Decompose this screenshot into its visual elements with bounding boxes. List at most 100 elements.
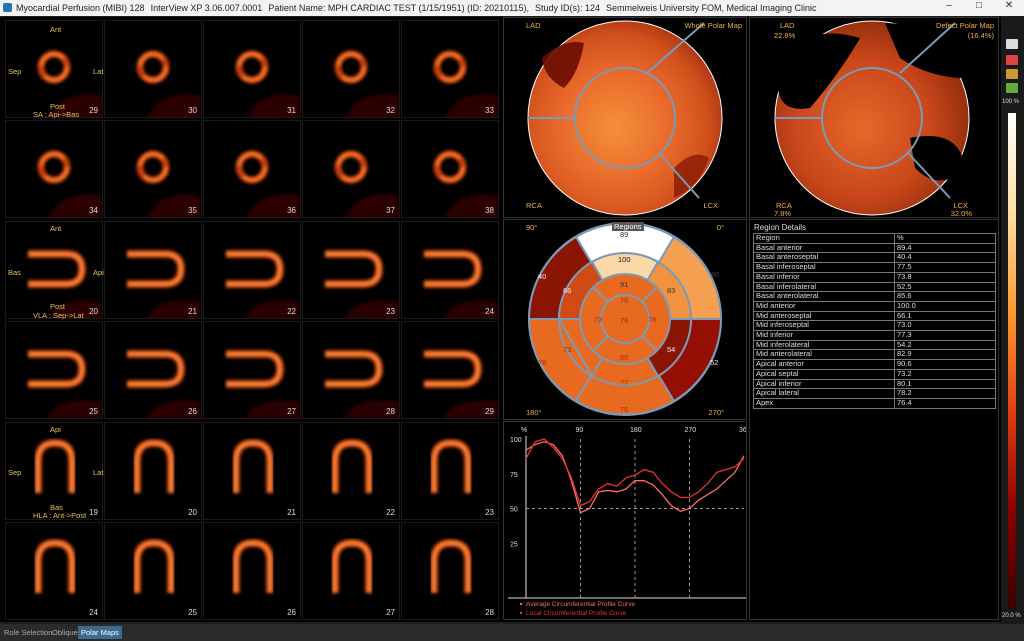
table-row[interactable]: Apical lateral 78.2 bbox=[753, 388, 996, 399]
table-row[interactable]: Apical anterior 90.6 bbox=[753, 359, 996, 370]
tool-button-2[interactable] bbox=[1006, 55, 1018, 65]
vla-slice-cell[interactable]: 29 bbox=[401, 321, 499, 419]
close-button[interactable]: ✕ bbox=[994, 0, 1024, 16]
table-row[interactable]: Mid anterior 100.0 bbox=[753, 300, 996, 312]
whole-lad-label: LAD bbox=[526, 21, 541, 30]
hla-slice-image bbox=[133, 538, 175, 593]
sa-slice-image bbox=[136, 150, 201, 217]
sa-slice-cell[interactable]: 33 bbox=[401, 20, 499, 118]
slice-number: 24 bbox=[485, 307, 494, 316]
sa-slice-image bbox=[433, 150, 498, 217]
slice-number: 31 bbox=[287, 106, 296, 115]
table-row[interactable]: Apex 76.4 bbox=[753, 397, 996, 409]
slice-number: 20 bbox=[89, 307, 98, 316]
tool-button-4[interactable] bbox=[1006, 83, 1018, 93]
slice-grid: 29 30 31 32 33 34 35 36 37 38 20 21 22 23 24 25 26 27 28 29… bbox=[5, 20, 500, 620]
sa-slice-cell[interactable]: 38 bbox=[401, 120, 499, 218]
region-percent-cell: 85.6 bbox=[894, 291, 996, 302]
table-row[interactable]: Basal anterolateral 85.6 bbox=[753, 291, 996, 302]
maximize-button[interactable]: □ bbox=[964, 0, 994, 16]
hla-slice-image bbox=[430, 538, 472, 593]
table-row[interactable]: Apical septal 73.2 bbox=[753, 368, 996, 380]
vla-slice-cell[interactable]: 26 bbox=[104, 321, 202, 419]
whole-polar-map-panel[interactable]: Whole Polar Map LAD RCA LCX bbox=[503, 17, 747, 218]
vla-slice-cell[interactable]: 27 bbox=[203, 321, 301, 419]
whole-rca-label: RCA bbox=[526, 201, 542, 210]
tab-oblique[interactable]: Oblique bbox=[49, 626, 81, 639]
sa-slice-cell[interactable]: 31 bbox=[203, 20, 301, 118]
slice-number: 21 bbox=[188, 307, 197, 316]
colorbar-bottom-label: 20.0 % bbox=[1002, 613, 1021, 619]
defect-polar-map-panel[interactable]: Defect Polar Map (16.4%) LAD 22.8% RCA 7… bbox=[749, 17, 999, 218]
defect-rca-pct: 7.8% bbox=[774, 209, 792, 218]
hla-slice-cell[interactable]: 21 bbox=[203, 422, 301, 520]
hla-lat-label: Lat bbox=[93, 468, 104, 477]
tool-button-3[interactable] bbox=[1006, 69, 1018, 79]
colorbar[interactable] bbox=[1008, 113, 1016, 609]
y-tick-label: 100 bbox=[510, 437, 522, 444]
app-title: Myocardial Perfusion (MIBI) 128 bbox=[16, 3, 145, 13]
defect-lcx-pct: 32.0% bbox=[950, 209, 972, 218]
viewer-area: 29 30 31 32 33 34 35 36 37 38 20 21 22 23 24 25 26 27 28 29… bbox=[0, 17, 1001, 622]
val-outer-bottom-right: 52 bbox=[710, 358, 719, 367]
sa-slice-cell[interactable]: 30 bbox=[104, 20, 202, 118]
hla-slice-cell[interactable]: 25 bbox=[104, 522, 202, 620]
slice-number: 33 bbox=[485, 106, 494, 115]
val-outer-top-inner: 100 bbox=[618, 255, 631, 264]
tab-role-selection[interactable]: Role Selection bbox=[1, 626, 55, 639]
hla-slice-cell[interactable]: 22 bbox=[302, 422, 400, 520]
legend-entry-1: Average Circumferential Profile Curve bbox=[526, 601, 635, 608]
table-row[interactable]: Basal inferior 73.8 bbox=[753, 271, 996, 283]
sa-slice-image bbox=[136, 50, 201, 117]
hla-slice-cell[interactable]: 26 bbox=[203, 522, 301, 620]
vla-slice-cell[interactable]: 21 bbox=[104, 221, 202, 319]
vla-slice-cell[interactable]: 25 bbox=[5, 321, 103, 419]
vla-slice-cell[interactable]: 24 bbox=[401, 221, 499, 319]
legend-marker-2 bbox=[519, 611, 523, 615]
slice-number: 35 bbox=[188, 206, 197, 215]
minimize-button[interactable]: – bbox=[934, 0, 964, 16]
table-row[interactable]: Basal inferoseptal 77.5 bbox=[753, 262, 996, 273]
hla-api-label: Api bbox=[50, 425, 61, 434]
hla-axis-label: HLA : Ant->Post bbox=[33, 511, 87, 520]
slice-number: 30 bbox=[188, 106, 197, 115]
region-percent-cell: 78.2 bbox=[894, 388, 996, 399]
val-mid-bl: 73 bbox=[563, 345, 572, 354]
hla-slice-cell[interactable]: 24 bbox=[5, 522, 103, 620]
hla-slice-cell[interactable]: 20 bbox=[104, 422, 202, 520]
region-details-title: Region Details bbox=[754, 223, 807, 232]
hla-slice-cell[interactable]: 23 bbox=[401, 422, 499, 520]
sa-slice-cell[interactable]: 34 bbox=[5, 120, 103, 218]
slice-number: 27 bbox=[287, 407, 296, 416]
vla-slice-image bbox=[127, 350, 201, 418]
region-percent-cell: 100.0 bbox=[894, 300, 996, 312]
slice-number: 21 bbox=[287, 508, 296, 517]
sa-slice-image bbox=[334, 150, 399, 217]
table-row[interactable]: Mid inferior 77.3 bbox=[753, 330, 996, 341]
vla-slice-image bbox=[325, 350, 399, 418]
vla-slice-cell[interactable]: 22 bbox=[203, 221, 301, 319]
vla-ant-label: Ant bbox=[50, 224, 62, 233]
vla-slice-cell[interactable]: 28 bbox=[302, 321, 400, 419]
regions-map-panel[interactable]: 90° 0° 180° 270° Regions 89 100 40 86 78… bbox=[503, 219, 747, 420]
sa-slice-image bbox=[433, 50, 498, 117]
vla-slice-cell[interactable]: 23 bbox=[302, 221, 400, 319]
sa-slice-cell[interactable]: 36 bbox=[203, 120, 301, 218]
sa-slice-cell[interactable]: 35 bbox=[104, 120, 202, 218]
slice-number: 22 bbox=[386, 508, 395, 517]
version: InterView XP 3.06.007.0001 bbox=[150, 3, 263, 13]
app-icon bbox=[3, 3, 12, 12]
sa-slice-cell[interactable]: 37 bbox=[302, 120, 400, 218]
hla-slice-cell[interactable]: 28 bbox=[401, 522, 499, 620]
hla-slice-cell[interactable]: 27 bbox=[302, 522, 400, 620]
sa-slice-cell[interactable]: 32 bbox=[302, 20, 400, 118]
slice-number: 25 bbox=[188, 608, 197, 617]
val-inner-top: 76 bbox=[620, 296, 629, 305]
sa-slice-image bbox=[235, 150, 300, 217]
slice-number: 23 bbox=[485, 508, 494, 517]
slice-number: 38 bbox=[485, 206, 494, 215]
val-mid-right: 83 bbox=[667, 286, 676, 295]
tab-polar-maps[interactable]: Polar Maps bbox=[78, 626, 122, 639]
tool-button-1[interactable] bbox=[1006, 39, 1018, 49]
region-name-cell: Mid inferior bbox=[753, 330, 895, 341]
